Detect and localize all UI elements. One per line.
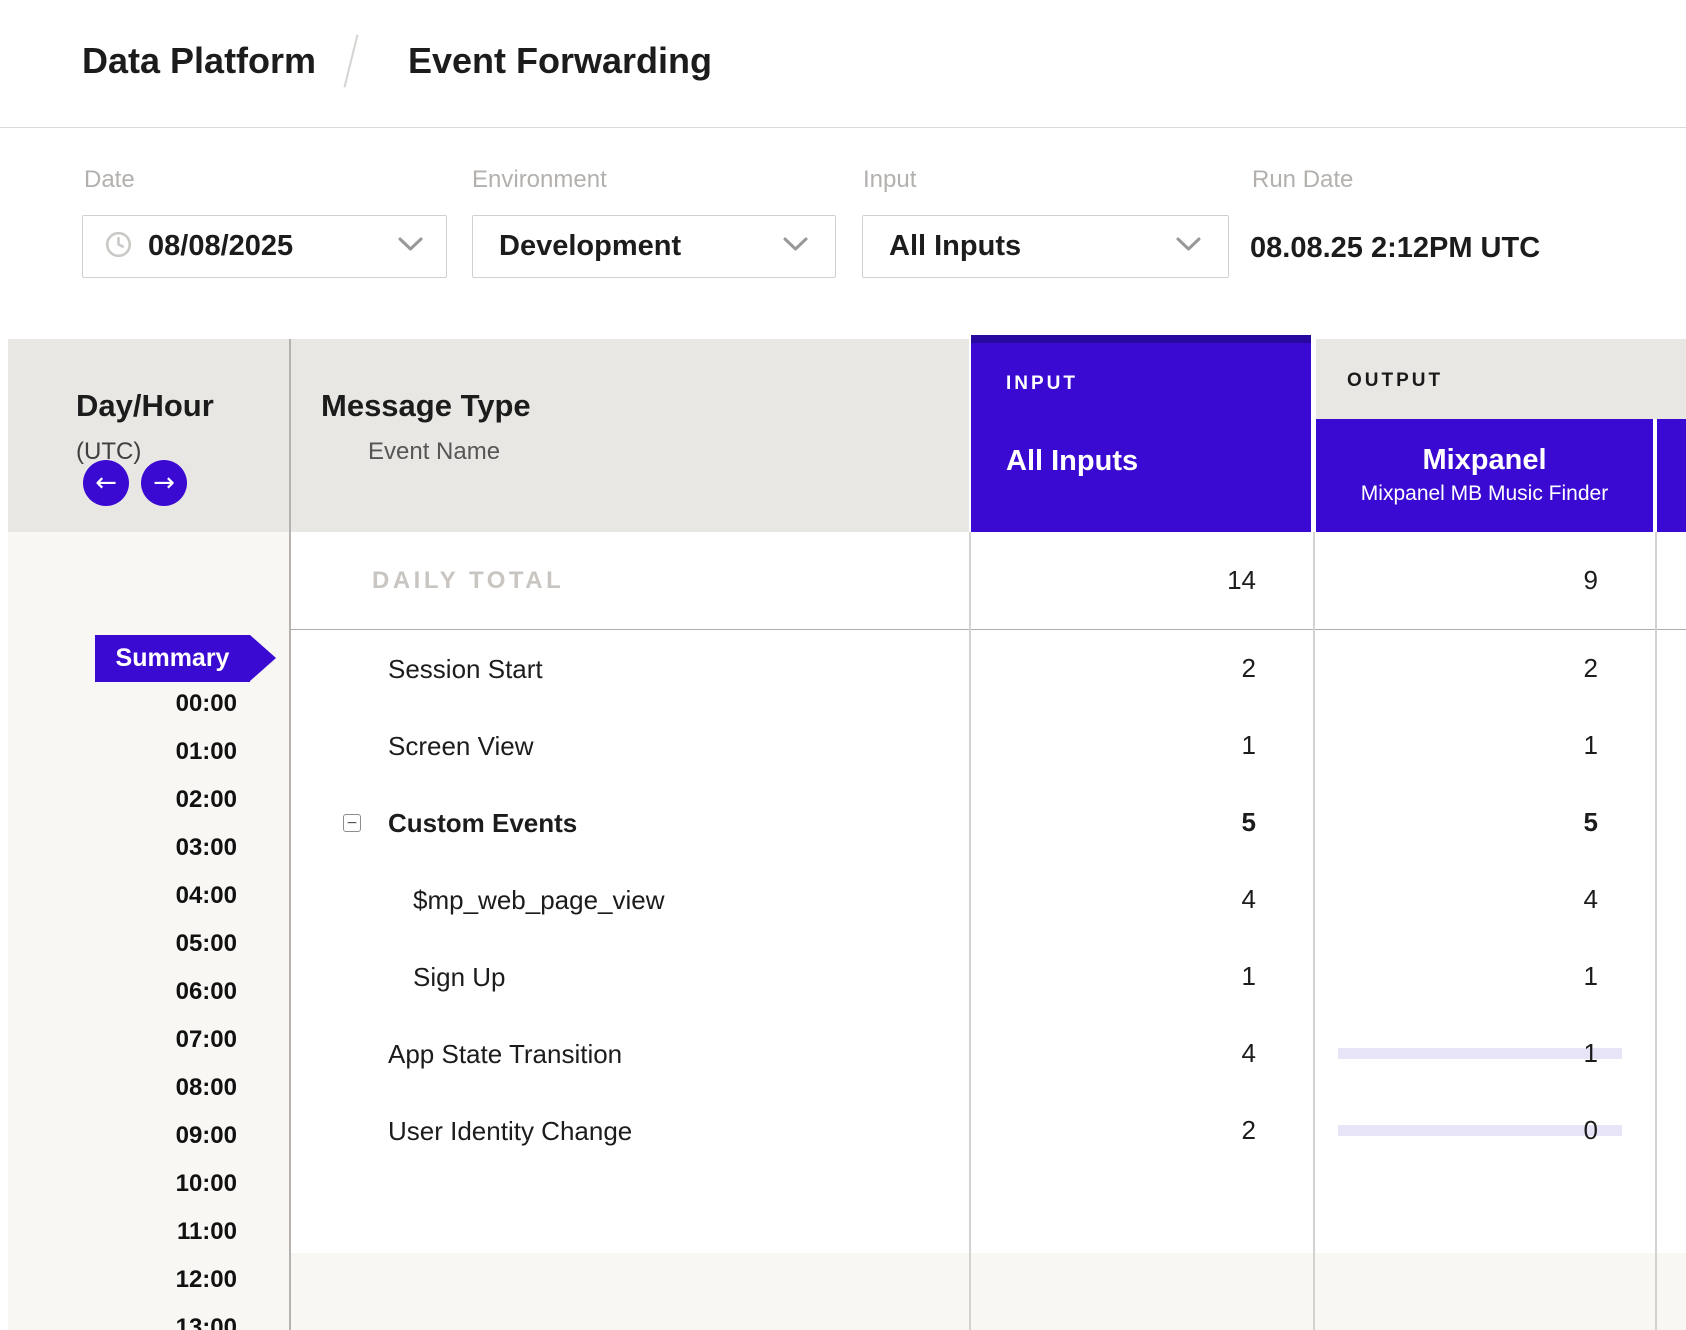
table-row-child: Sign Up 1 1 — [291, 938, 1686, 1015]
date-filter-label: Date — [84, 167, 135, 193]
input-column-accent-strip — [971, 335, 1311, 343]
column-gap — [969, 339, 971, 532]
input-cell: 4 — [971, 884, 1314, 915]
column-gap — [1653, 419, 1657, 532]
highlighted-cell-background — [1338, 1048, 1622, 1059]
event-label: Session Start — [291, 654, 971, 684]
event-label: User Identity Change — [291, 1116, 971, 1146]
previous-day-button[interactable]: ← — [83, 460, 129, 506]
clock-icon — [105, 231, 132, 263]
next-day-button[interactable]: → — [141, 460, 187, 506]
input-cell: 1 — [971, 730, 1314, 761]
input-cell: 1 — [971, 961, 1314, 992]
event-label: $mp_web_page_view — [291, 885, 971, 915]
environment-value: Development — [499, 230, 681, 263]
daily-total-output-value: 9 — [1314, 565, 1656, 596]
input-value: All Inputs — [889, 230, 1021, 263]
chevron-down-icon — [782, 236, 809, 258]
input-cell: 4 — [971, 1038, 1314, 1069]
hour-item[interactable]: 13:00 — [8, 1304, 289, 1330]
hour-list: 00:00 01:00 02:00 03:00 04:00 05:00 06:0… — [8, 680, 289, 1330]
event-label: Screen View — [291, 731, 971, 761]
output-cell: 1 — [1314, 730, 1656, 761]
input-column-title: All Inputs — [1006, 445, 1138, 478]
hour-item[interactable]: 09:00 — [8, 1112, 289, 1160]
input-select[interactable]: All Inputs — [862, 215, 1229, 278]
collapse-expander-button[interactable]: − — [343, 814, 361, 832]
input-cell: 2 — [971, 653, 1314, 684]
event-label: − Custom Events — [291, 808, 971, 838]
output-section-label: OUTPUT — [1347, 370, 1443, 392]
output-column-header-partial — [1657, 419, 1686, 532]
table-row: Session Start 2 2 — [291, 630, 1686, 707]
output-cell: 4 — [1314, 884, 1656, 915]
table-row: App State Transition 4 1 — [291, 1015, 1686, 1092]
output-cell-highlighted: 1 — [1314, 1038, 1656, 1069]
output-column-header-mixpanel[interactable]: Mixpanel Mixpanel MB Music Finder — [1316, 419, 1653, 532]
table-row: Screen View 1 1 — [291, 707, 1686, 784]
run-date-label: Run Date — [1252, 167, 1353, 193]
page-title: Event Forwarding — [408, 40, 712, 82]
output-cell: 1 — [1314, 961, 1656, 992]
chevron-down-icon — [1175, 236, 1202, 258]
column-gap — [1311, 339, 1316, 532]
input-cell: 2 — [971, 1115, 1314, 1146]
table-body: DAILY TOTAL 14 9 Session Start 2 2 Scree… — [291, 532, 1686, 1169]
breadcrumb-section[interactable]: Data Platform — [82, 40, 316, 82]
environment-select[interactable]: Development — [472, 215, 836, 278]
output-cell-highlighted: 0 — [1314, 1115, 1656, 1146]
column-separator — [969, 532, 971, 1330]
environment-filter-label: Environment — [472, 167, 607, 193]
table-row-child: $mp_web_page_view 4 4 — [291, 861, 1686, 938]
hour-item[interactable]: 04:00 — [8, 872, 289, 920]
daily-total-label: DAILY TOTAL — [291, 567, 971, 595]
date-value: 08/08/2025 — [148, 230, 293, 263]
table-row: User Identity Change 2 0 — [291, 1092, 1686, 1169]
input-cell: 5 — [971, 807, 1314, 838]
column-separator — [289, 339, 291, 1330]
event-label: Sign Up — [291, 962, 971, 992]
output-column-title: Mixpanel — [1316, 444, 1653, 476]
input-filter-label: Input — [863, 167, 916, 193]
hour-item[interactable]: 08:00 — [8, 1064, 289, 1112]
hour-item[interactable]: 03:00 — [8, 824, 289, 872]
run-date-value: 08.08.25 2:12PM UTC — [1250, 231, 1540, 265]
hour-item[interactable]: 01:00 — [8, 728, 289, 776]
event-label: App State Transition — [291, 1039, 971, 1069]
hour-item[interactable]: 05:00 — [8, 920, 289, 968]
hour-item[interactable]: 07:00 — [8, 1016, 289, 1064]
daily-total-input-value: 14 — [971, 565, 1314, 596]
arrow-left-icon: ← — [95, 468, 117, 498]
input-section-label: INPUT — [1006, 373, 1078, 395]
breadcrumb-divider — [343, 35, 358, 88]
column-separator — [1313, 532, 1315, 1330]
message-type-column-subtitle: Event Name — [368, 438, 500, 466]
chevron-down-icon — [397, 236, 424, 258]
hour-item[interactable]: 11:00 — [8, 1208, 289, 1256]
hour-rail: Summary 00:00 01:00 02:00 03:00 04:00 05… — [8, 532, 289, 1330]
hour-item[interactable]: 00:00 — [8, 680, 289, 728]
output-cell: 5 — [1314, 807, 1656, 838]
summary-badge[interactable]: Summary — [95, 635, 250, 682]
message-type-column-title: Message Type — [321, 389, 531, 422]
arrow-right-icon: → — [153, 468, 175, 498]
output-column-subtitle: Mixpanel MB Music Finder — [1316, 482, 1653, 506]
table-row-custom-events: − Custom Events 5 5 — [291, 784, 1686, 861]
hour-item[interactable]: 12:00 — [8, 1256, 289, 1304]
column-separator — [1655, 532, 1657, 1330]
hour-item[interactable]: 10:00 — [8, 1160, 289, 1208]
highlighted-cell-background — [1338, 1125, 1622, 1136]
output-cell: 2 — [1314, 653, 1656, 684]
daily-total-row: DAILY TOTAL 14 9 — [291, 532, 1686, 630]
hour-item[interactable]: 02:00 — [8, 776, 289, 824]
event-forwarding-screen: Data Platform Event Forwarding Date Envi… — [0, 0, 1686, 1330]
input-column-header[interactable]: INPUT All Inputs — [971, 335, 1311, 532]
topbar-divider — [0, 127, 1686, 128]
day-hour-column-title: Day/Hour — [76, 389, 214, 422]
hour-item[interactable]: 06:00 — [8, 968, 289, 1016]
date-select[interactable]: 08/08/2025 — [82, 215, 447, 278]
